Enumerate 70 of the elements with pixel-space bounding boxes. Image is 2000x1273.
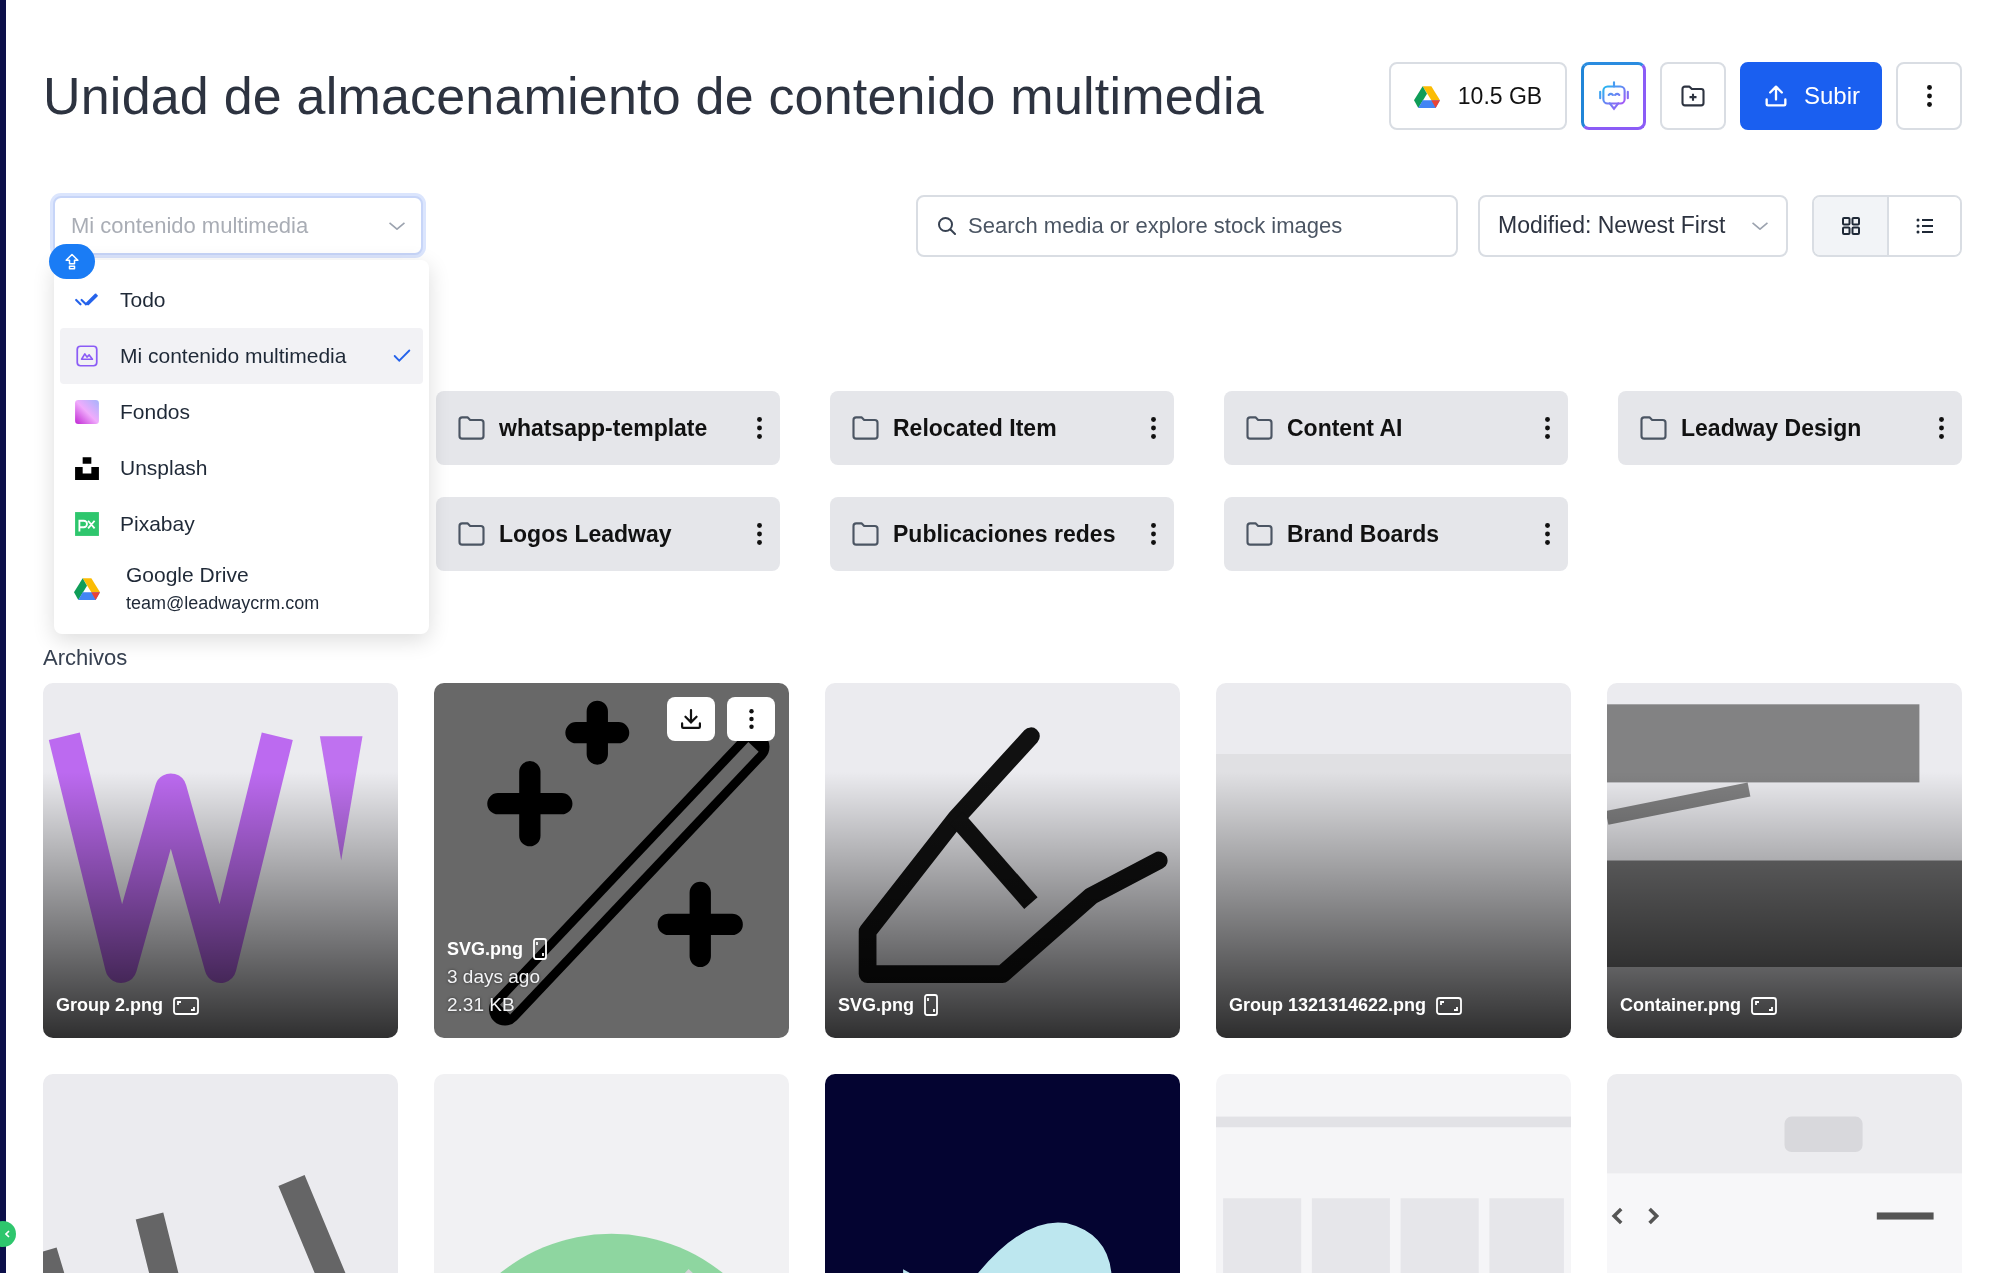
drive-icon bbox=[74, 575, 100, 601]
folder-card[interactable]: Brand Boards bbox=[1224, 497, 1568, 571]
arrow-up-icon bbox=[62, 251, 82, 272]
section-heading: Archivos bbox=[43, 645, 129, 671]
kebab-icon bbox=[1545, 417, 1550, 439]
folder-menu-button[interactable] bbox=[1151, 417, 1156, 439]
storage-button[interactable]: 10.5 GB bbox=[1389, 62, 1567, 130]
folder-card[interactable]: Leadway Design bbox=[1618, 391, 1962, 465]
folder-card[interactable]: Content AI bbox=[1224, 391, 1568, 465]
view-toggle[interactable] bbox=[1887, 196, 1960, 255]
download-icon bbox=[681, 709, 701, 729]
menu-item[interactable]: Fondos bbox=[60, 384, 423, 440]
menu-item[interactable]: Todo bbox=[60, 272, 423, 328]
folder-icon bbox=[458, 416, 485, 440]
folder-menu-button[interactable] bbox=[757, 523, 762, 545]
pixabay-icon bbox=[74, 511, 100, 537]
file-name: Group 2.png bbox=[56, 995, 163, 1016]
folder-menu-button[interactable] bbox=[1545, 417, 1550, 439]
menu-item[interactable]: Google Drive team@leadwaycrm.com bbox=[60, 556, 423, 620]
kebab-icon bbox=[1151, 417, 1156, 439]
menu-item[interactable]: Unsplash bbox=[60, 440, 423, 496]
folder-card[interactable]: whatsapp-template bbox=[436, 391, 780, 465]
image-icon bbox=[74, 343, 100, 369]
file-name: Group 1321314622.png bbox=[1229, 995, 1427, 1016]
folder-icon bbox=[852, 522, 879, 546]
sort-dropdown[interactable]: Modified: Newest First bbox=[1478, 194, 1788, 257]
robot-icon bbox=[1596, 79, 1631, 113]
menu-item[interactable]: Pixabay bbox=[60, 496, 423, 552]
folder-icon bbox=[852, 416, 879, 440]
folder-icon bbox=[1246, 416, 1273, 440]
unsplash-icon bbox=[74, 455, 100, 481]
kebab-icon bbox=[748, 709, 754, 729]
page-title: Unidad de almacenamiento de contenido multimedia bbox=[43, 66, 1264, 126]
folder-icon bbox=[1246, 522, 1273, 546]
view-toggle[interactable] bbox=[1814, 196, 1887, 255]
file-menu-button[interactable] bbox=[727, 697, 775, 741]
search-icon bbox=[938, 216, 956, 235]
folder-icon bbox=[458, 522, 485, 546]
file-name: SVG.png bbox=[838, 994, 914, 1016]
file-name: SVG.png bbox=[447, 938, 523, 960]
file-size: 2.31 KB bbox=[447, 994, 516, 1016]
file-name: Container.png bbox=[1620, 995, 1741, 1016]
account-email: team@leadwaycrm.com bbox=[126, 592, 321, 614]
chevron-left-icon bbox=[4, 1230, 10, 1238]
folder-card[interactable]: Relocated Item bbox=[830, 391, 1174, 465]
kebab-icon bbox=[757, 523, 762, 545]
search-field[interactable]: Search media or explore stock images bbox=[916, 194, 1458, 257]
chevron-down-icon bbox=[389, 222, 405, 230]
source-select[interactable]: Mi contenido multimedia bbox=[53, 196, 423, 255]
folder-menu-button[interactable] bbox=[1939, 417, 1944, 439]
download-button[interactable] bbox=[667, 697, 715, 741]
kebab-icon bbox=[1545, 523, 1550, 545]
folder-menu-button[interactable] bbox=[1151, 523, 1156, 545]
folder-menu-button[interactable] bbox=[1545, 523, 1550, 545]
folder-card[interactable]: Publicaciones redes bbox=[830, 497, 1174, 571]
folder-menu-button[interactable] bbox=[757, 417, 762, 439]
kebab-icon bbox=[1939, 417, 1944, 439]
chevron-down-icon bbox=[1752, 221, 1768, 230]
new-folder-button[interactable] bbox=[1660, 62, 1726, 130]
extension-badge[interactable] bbox=[49, 244, 95, 279]
kebab-icon bbox=[757, 417, 762, 439]
upload-button[interactable]: Subir bbox=[1740, 62, 1882, 130]
ai-assistant-button[interactable] bbox=[1581, 62, 1646, 130]
folder-icon bbox=[1640, 416, 1667, 440]
kebab-icon bbox=[1151, 523, 1156, 545]
kebab-icon bbox=[1926, 85, 1932, 107]
gradient-swatch-icon bbox=[74, 399, 100, 425]
drive-icon bbox=[1413, 84, 1440, 108]
menu-item[interactable]: Mi contenido multimedia bbox=[60, 328, 423, 384]
folder-card[interactable]: Logos Leadway bbox=[436, 497, 780, 571]
